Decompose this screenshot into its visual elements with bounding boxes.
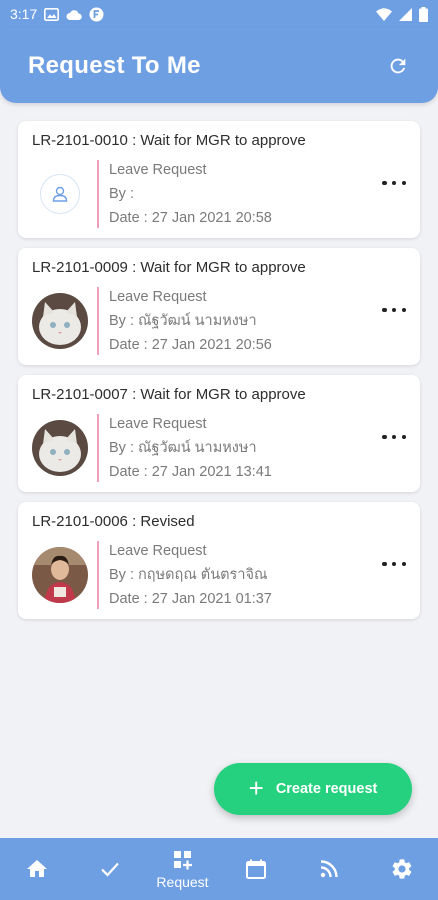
signal-icon bbox=[399, 7, 412, 21]
request-title: LR-2101-0007 : Wait for MGR to approve bbox=[32, 386, 306, 403]
more-options-button[interactable] bbox=[382, 177, 406, 189]
create-request-button[interactable]: + Create request bbox=[214, 763, 412, 815]
bottom-nav: Request bbox=[0, 838, 438, 900]
create-request-label: Create request bbox=[275, 781, 378, 797]
request-type: Leave Request bbox=[109, 162, 207, 178]
avatar bbox=[32, 293, 88, 349]
request-date: Date : 27 Jan 2021 20:56 bbox=[109, 337, 272, 353]
request-type: Leave Request bbox=[109, 289, 207, 305]
status-left: 3:17 bbox=[10, 6, 104, 22]
request-details: Leave Request By : Date : 27 Jan 2021 20… bbox=[109, 158, 272, 230]
request-date: Date : 27 Jan 2021 13:41 bbox=[109, 464, 272, 480]
nav-request[interactable]: Request bbox=[153, 838, 213, 900]
status-time: 3:17 bbox=[10, 6, 38, 22]
app-header: Request To Me bbox=[0, 28, 438, 103]
request-card[interactable]: LR-2101-0007 : Wait for MGR to approve L… bbox=[18, 375, 420, 492]
nav-home[interactable] bbox=[7, 838, 67, 900]
home-icon bbox=[26, 860, 47, 877]
request-type: Leave Request bbox=[109, 543, 207, 559]
request-card[interactable]: LR-2101-0010 : Wait for MGR to approve L… bbox=[18, 121, 420, 238]
request-by: By : bbox=[109, 186, 134, 202]
request-list: LR-2101-0010 : Wait for MGR to approve L… bbox=[18, 121, 420, 629]
request-details: Leave Request By : ณัฐวัฒน์ นามหงษา Date… bbox=[109, 285, 272, 357]
nav-settings[interactable] bbox=[372, 838, 432, 900]
request-date: Date : 27 Jan 2021 01:37 bbox=[109, 591, 272, 607]
rss-icon bbox=[320, 860, 338, 878]
app-notification-icon bbox=[89, 7, 104, 22]
request-by: By : ณัฐวัฒน์ นามหงษา bbox=[109, 440, 257, 456]
request-by: By : ณัฐวัฒน์ นามหงษา bbox=[109, 313, 257, 329]
card-divider bbox=[97, 160, 99, 228]
status-right bbox=[376, 6, 428, 22]
avatar bbox=[32, 547, 88, 603]
wifi-icon bbox=[376, 7, 392, 21]
grid-add-icon bbox=[173, 851, 192, 870]
request-title: LR-2101-0009 : Wait for MGR to approve bbox=[32, 259, 306, 276]
more-options-button[interactable] bbox=[382, 304, 406, 316]
nav-request-label: Request bbox=[156, 874, 209, 890]
card-divider bbox=[97, 287, 99, 355]
card-divider bbox=[97, 414, 99, 482]
request-title: LR-2101-0010 : Wait for MGR to approve bbox=[32, 132, 306, 149]
gear-icon bbox=[392, 859, 411, 879]
plus-icon: + bbox=[248, 772, 264, 803]
request-card[interactable]: LR-2101-0009 : Wait for MGR to approve L… bbox=[18, 248, 420, 365]
nav-calendar[interactable] bbox=[226, 838, 286, 900]
request-type: Leave Request bbox=[109, 416, 207, 432]
more-options-button[interactable] bbox=[382, 431, 406, 443]
battery-icon bbox=[419, 6, 428, 22]
avatar-placeholder-icon bbox=[40, 174, 80, 214]
request-date: Date : 27 Jan 2021 20:58 bbox=[109, 210, 272, 226]
status-bar: 3:17 bbox=[0, 0, 438, 28]
request-details: Leave Request By : กฤษดฤณ ตันตราจิณ Date… bbox=[109, 539, 272, 611]
request-details: Leave Request By : ณัฐวัฒน์ นามหงษา Date… bbox=[109, 412, 272, 484]
refresh-icon bbox=[390, 58, 406, 73]
card-divider bbox=[97, 541, 99, 609]
check-icon bbox=[100, 862, 119, 877]
photo-icon bbox=[44, 7, 60, 21]
refresh-button[interactable] bbox=[386, 54, 410, 78]
page-title: Request To Me bbox=[28, 51, 201, 79]
calendar-icon bbox=[245, 859, 266, 879]
request-card[interactable]: LR-2101-0006 : Revised Leave Request By … bbox=[18, 502, 420, 619]
more-options-button[interactable] bbox=[382, 558, 406, 570]
cloud-icon bbox=[66, 9, 82, 20]
avatar bbox=[32, 420, 88, 476]
nav-approve[interactable] bbox=[80, 838, 140, 900]
nav-feed[interactable] bbox=[299, 838, 359, 900]
request-by: By : กฤษดฤณ ตันตราจิณ bbox=[109, 567, 268, 583]
request-title: LR-2101-0006 : Revised bbox=[32, 513, 195, 530]
